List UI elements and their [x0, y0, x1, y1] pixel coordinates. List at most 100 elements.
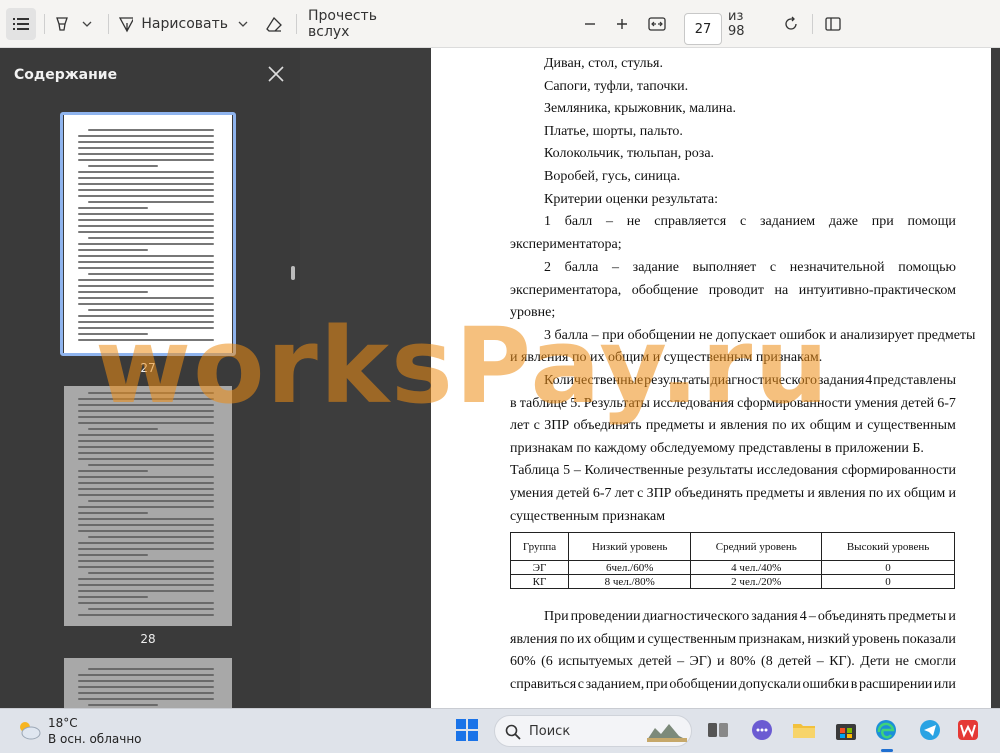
highlight-options-button[interactable]: [78, 0, 96, 48]
chevron-down-icon: [82, 21, 92, 27]
thumbnail-text-line: [78, 159, 214, 161]
chat-app-button[interactable]: [750, 718, 774, 742]
draw-options-button[interactable]: [234, 0, 252, 48]
thumbnail-text-line: [78, 566, 214, 568]
thumbnail-text-line: [78, 482, 214, 484]
thumbnail-text-line: [78, 596, 148, 598]
table-row: ЭГ 6чел./60% 4 чел./40% 0: [509, 560, 955, 575]
zoom-out-button[interactable]: [580, 0, 600, 48]
page-thumbnail-28[interactable]: [64, 386, 232, 626]
doc-line: в таблице 5. Результаты исследования сформиро…: [510, 396, 956, 411]
draw-button[interactable]: Нарисовать: [118, 0, 228, 48]
doc-line: 1 балл – не справляется с заданием даже при помощ…: [544, 214, 956, 229]
doc-line: 3 балла – при обобщении не допускает оши…: [544, 328, 976, 343]
chevron-down-icon: [238, 21, 248, 27]
thumbnail-text-line: [78, 219, 214, 221]
telegram-button[interactable]: [918, 718, 942, 742]
store-icon: [836, 724, 856, 740]
thumbnail-text-line: [78, 524, 214, 526]
thumbnail-text-line: [78, 189, 214, 191]
thumbnail-text-line: [88, 464, 214, 466]
document-viewport[interactable]: Диван, стол, стулья. Сапоги, туфли, тапо…: [300, 48, 1000, 708]
thumbnail-text-line: [88, 428, 158, 430]
office-app-button[interactable]: [956, 718, 980, 742]
thumbnail-text-line: [78, 530, 214, 532]
sidebar-scrollbar[interactable]: [291, 266, 295, 280]
doc-line: Сапоги, туфли, тапочки.: [544, 79, 689, 94]
search-label: Поиск: [529, 724, 571, 739]
table-cell: 6чел./60%: [568, 560, 692, 575]
plus-icon: [617, 19, 627, 29]
thumbnail-text-line: [78, 285, 214, 287]
highlight-button[interactable]: [50, 0, 74, 48]
page-view-button[interactable]: [822, 0, 844, 48]
taskbar: 18°C В осн. облачно Поиск: [0, 708, 1000, 753]
toolbar-divider: [296, 14, 297, 34]
thumbnail-text-line: [88, 668, 214, 670]
store-button[interactable]: [834, 718, 858, 742]
page-thumbnail-27[interactable]: [64, 115, 232, 353]
thumbnail-text-line: [88, 536, 214, 538]
contents-toggle-button[interactable]: [6, 8, 36, 40]
search-highlight-icon: [647, 724, 687, 742]
toolbar-divider: [812, 14, 813, 34]
thumbnail-text-line: [78, 267, 214, 269]
thumbnail-text-line: [78, 680, 214, 682]
thumbnail-text-line: [88, 309, 214, 311]
table-header-cell: Средний уровень: [690, 532, 823, 561]
table-header-cell: Группа: [509, 532, 570, 561]
fit-to-page-button[interactable]: [645, 0, 669, 48]
weather-widget-button[interactable]: [16, 719, 41, 743]
table-header-cell: Высокий уровень: [821, 532, 955, 561]
read-aloud-button[interactable]: Прочесть вслух: [308, 0, 408, 48]
file-explorer-button[interactable]: [792, 718, 816, 742]
close-icon: [268, 66, 284, 82]
thumbnail-text-line: [78, 213, 214, 215]
fit-width-icon: [648, 17, 666, 31]
rotate-button[interactable]: [780, 0, 802, 48]
thumbnail-text-line: [78, 255, 214, 257]
thumbnail-text-line: [78, 452, 214, 454]
close-sidebar-button[interactable]: [266, 64, 286, 84]
thumbnail-text-line: [88, 273, 214, 275]
start-button[interactable]: [456, 719, 480, 743]
thumbnail-text-line: [78, 327, 214, 329]
windows-logo-icon: [456, 719, 478, 741]
telegram-icon: [920, 720, 940, 740]
thumbnail-text-line: [78, 225, 214, 227]
toolbar-divider: [108, 14, 109, 34]
doc-line: существенным признакам: [510, 509, 666, 524]
thumbnail-text-line: [78, 195, 214, 197]
doc-line: умения детей 6-7 лет с ЗПР объединять предметы и…: [510, 486, 956, 501]
pen-icon: [118, 17, 134, 33]
thumbnail-page-number: 28: [140, 632, 156, 646]
page-thumbnail-29[interactable]: [64, 658, 232, 708]
task-view-button[interactable]: [706, 718, 730, 742]
thumbnail-text-line: [88, 500, 214, 502]
eraser-button[interactable]: [262, 0, 286, 48]
thumbnail-text-line: [78, 584, 214, 586]
table-header-cell: Низкий уровень: [568, 532, 692, 561]
thumbnail-text-line: [78, 590, 214, 592]
minus-icon: [585, 23, 595, 25]
table-cell: ЭГ: [509, 560, 570, 575]
edge-browser-button[interactable]: [874, 718, 898, 742]
table-cell: КГ: [509, 574, 570, 589]
taskbar-search[interactable]: Поиск: [494, 715, 692, 747]
active-app-indicator: [881, 749, 893, 752]
zoom-in-button[interactable]: [612, 0, 632, 48]
page-number-input[interactable]: 27: [684, 13, 722, 45]
cloud-sun-icon: [20, 722, 41, 740]
thumbnail-text-line: [78, 398, 214, 400]
toolbar: Нарисовать Прочесть вслух 27 из 98: [0, 0, 1000, 48]
thumbnail-text-line: [78, 249, 148, 251]
search-icon: [505, 724, 521, 740]
edge-icon: [876, 720, 896, 740]
draw-label: Нарисовать: [141, 16, 228, 32]
thumbnail-text-line: [88, 129, 214, 131]
thumbnail-text-line: [78, 446, 214, 448]
document-page: Диван, стол, стулья. Сапоги, туфли, тапо…: [431, 48, 991, 708]
thumbnail-text-line: [78, 554, 148, 556]
doc-line: При проведении диагностического задания 4– об…: [544, 609, 956, 624]
weather-description: В осн. облачно: [48, 732, 142, 746]
